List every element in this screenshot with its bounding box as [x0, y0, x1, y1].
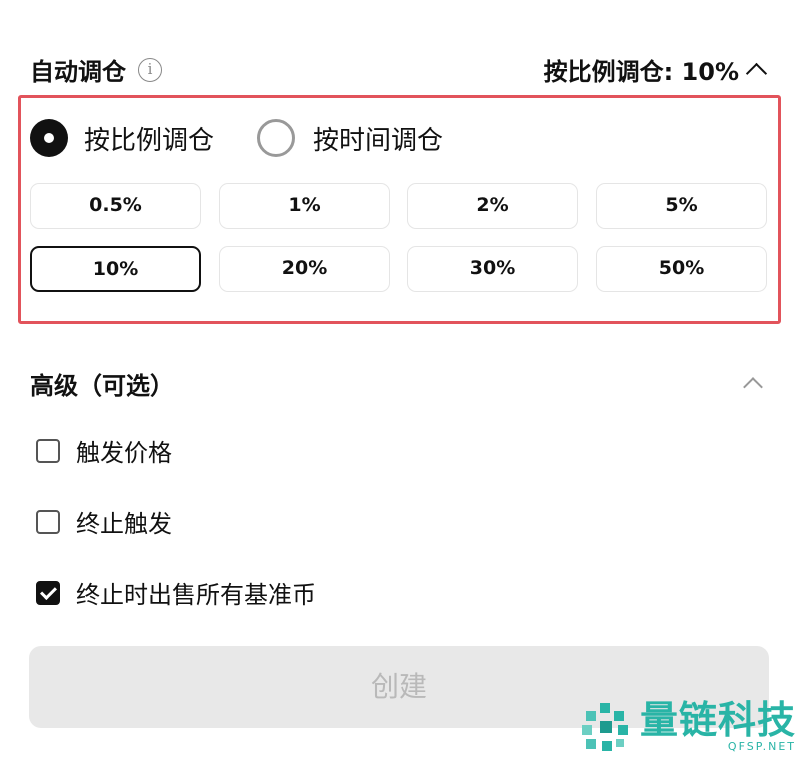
auto-rebalance-title: 自动调仓 — [30, 58, 126, 86]
radio-label-ratio: 按比例调仓 — [84, 125, 215, 156]
ratio-chip-5[interactable]: 5% — [596, 183, 767, 229]
ratio-chip-2[interactable]: 2% — [407, 183, 578, 229]
ratio-chip-0.5[interactable]: 0.5% — [30, 183, 201, 229]
rebalance-summary-toggle[interactable]: 按比例调仓: 10% — [543, 52, 768, 87]
radio-label-time: 按时间调仓 — [313, 125, 444, 156]
radio-by-time[interactable]: 按时间调仓 — [257, 119, 443, 157]
chevron-up-icon — [745, 62, 768, 84]
checkbox-unchecked-icon[interactable] — [36, 509, 60, 534]
option-sell-base-on-stop[interactable]: 终止时出售所有基准币 — [36, 575, 316, 610]
option-label: 终止时出售所有基准币 — [76, 581, 316, 609]
checkbox-unchecked-icon[interactable] — [36, 438, 60, 463]
radio-selected-icon — [30, 119, 68, 157]
info-icon[interactable]: i — [138, 57, 162, 82]
watermark-sub: QFSP.NET — [727, 740, 797, 753]
watermark-logo-icon — [582, 702, 628, 751]
option-label: 终止触发 — [76, 510, 172, 538]
option-label: 触发价格 — [76, 439, 172, 467]
ratio-chip-30[interactable]: 30% — [407, 246, 578, 292]
auto-rebalance-header: 自动调仓 i — [30, 52, 162, 87]
ratio-chip-20[interactable]: 20% — [219, 246, 390, 292]
checkbox-checked-icon[interactable] — [36, 580, 60, 605]
option-trigger-price[interactable]: 触发价格 — [36, 433, 172, 468]
option-stop-trigger[interactable]: 终止触发 — [36, 504, 172, 539]
watermark: 量链科技 QFSP.NET — [580, 700, 796, 753]
radio-unselected-icon — [257, 119, 295, 157]
rebalance-summary: 按比例调仓: 10% — [543, 58, 739, 86]
ratio-chip-50[interactable]: 50% — [596, 246, 767, 292]
ratio-chip-10-selected[interactable]: 10% — [30, 246, 201, 292]
ratio-chip-1[interactable]: 1% — [219, 183, 390, 229]
advanced-title: 高级（可选） — [30, 372, 174, 400]
radio-by-ratio[interactable]: 按比例调仓 — [30, 119, 214, 157]
watermark-name: 量链科技 — [640, 697, 797, 742]
chevron-up-icon[interactable] — [743, 377, 763, 397]
